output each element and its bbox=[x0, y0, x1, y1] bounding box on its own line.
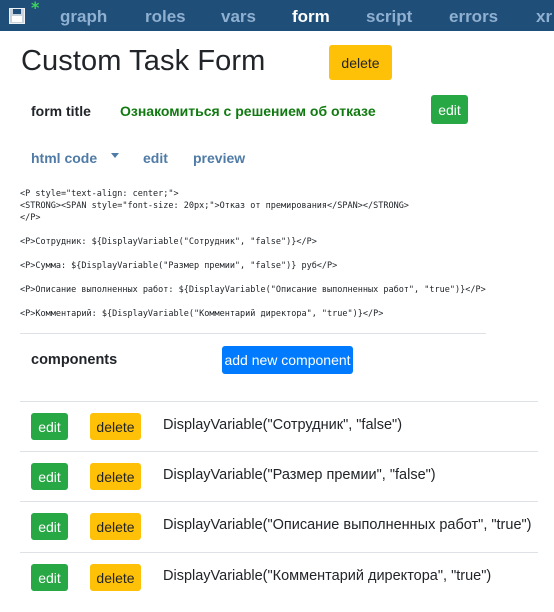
edit-form-title-button[interactable]: edit bbox=[431, 95, 468, 124]
edit-component-button[interactable]: edit bbox=[31, 463, 68, 490]
code-line: </P> bbox=[20, 213, 41, 223]
save-icon-label bbox=[12, 16, 22, 22]
chevron-down-icon[interactable] bbox=[111, 153, 119, 158]
component-text: DisplayVariable("Размер премии", "false"… bbox=[163, 467, 436, 483]
edit-component-button[interactable]: edit bbox=[31, 413, 68, 440]
save-icon-shutter bbox=[13, 9, 21, 14]
edit-component-button[interactable]: edit bbox=[31, 513, 68, 540]
component-row: edit delete DisplayVariable("Размер прем… bbox=[20, 451, 538, 501]
code-line: <P>Описание выполненных работ: ${Display… bbox=[20, 285, 486, 295]
edit-component-button[interactable]: edit bbox=[31, 564, 68, 591]
save-icon[interactable] bbox=[9, 8, 25, 24]
divider bbox=[20, 333, 486, 334]
modified-marker: * bbox=[31, 0, 40, 17]
nav-item-errors[interactable]: errors bbox=[449, 0, 498, 31]
tab-edit[interactable]: edit bbox=[143, 150, 168, 166]
tab-preview[interactable]: preview bbox=[193, 150, 245, 166]
code-line: <P>Сотрудник: ${DisplayVariable("Сотрудн… bbox=[20, 237, 317, 247]
component-text: DisplayVariable("Сотрудник", "false") bbox=[163, 417, 403, 433]
delete-component-button[interactable]: delete bbox=[90, 413, 141, 440]
component-row: edit delete DisplayVariable("Описание вы… bbox=[20, 501, 538, 551]
form-title-value: Ознакомиться с решением об отказе bbox=[120, 103, 376, 119]
page-title: Custom Task Form bbox=[21, 45, 266, 77]
code-line: <P>Сумма: ${DisplayVariable("Размер прем… bbox=[20, 261, 338, 271]
delete-component-button[interactable]: delete bbox=[90, 513, 141, 540]
nav-item-roles[interactable]: roles bbox=[145, 0, 186, 31]
component-text: DisplayVariable("Описание выполненных ра… bbox=[163, 517, 532, 533]
delete-form-button[interactable]: delete bbox=[329, 45, 392, 80]
code-line: <P>Комментарий: ${DisplayVariable("Комме… bbox=[20, 309, 384, 319]
nav-item-script[interactable]: script bbox=[366, 0, 412, 31]
component-text: DisplayVariable("Комментарий директора",… bbox=[163, 568, 492, 584]
form-title-label: form title bbox=[31, 103, 91, 119]
nav-item-xr[interactable]: xr bbox=[536, 0, 552, 31]
component-row: edit delete DisplayVariable("Сотрудник",… bbox=[20, 401, 538, 451]
delete-component-button[interactable]: delete bbox=[90, 463, 141, 490]
top-navbar: * graph roles vars form script errors xr bbox=[0, 0, 554, 31]
code-line: <P style="text-align: center;"> bbox=[20, 189, 179, 199]
add-new-component-button[interactable]: add new component bbox=[222, 346, 353, 374]
code-line: <STRONG><SPAN style="font-size: 20px;">О… bbox=[20, 201, 409, 211]
delete-component-button[interactable]: delete bbox=[90, 564, 141, 591]
nav-item-vars[interactable]: vars bbox=[221, 0, 256, 31]
component-row: edit delete DisplayVariable("Комментарий… bbox=[20, 552, 538, 602]
components-label: components bbox=[31, 352, 118, 368]
nav-item-form[interactable]: form bbox=[292, 0, 330, 31]
nav-item-graph[interactable]: graph bbox=[60, 0, 107, 31]
tab-html-code[interactable]: html code bbox=[31, 150, 97, 166]
